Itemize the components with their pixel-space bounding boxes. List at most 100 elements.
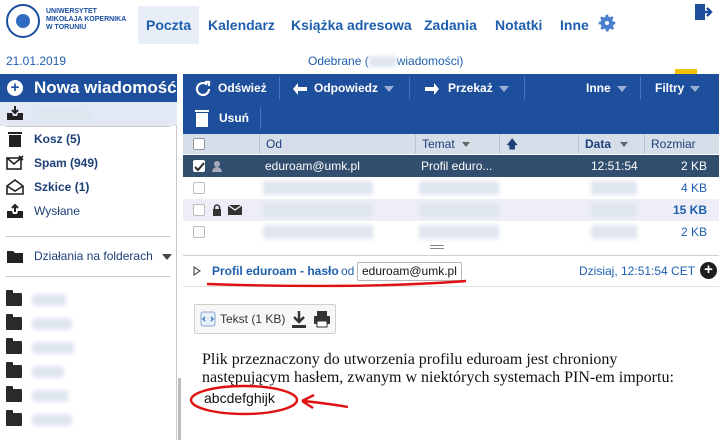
- divider: [260, 107, 261, 129]
- chevron-down-icon: [616, 85, 627, 92]
- logo-text: UNIWERSYTET MIKOŁAJA KOPERNIKA W TORUNIU: [46, 8, 127, 31]
- expand-arrow-icon[interactable]: [193, 266, 201, 276]
- tab-notatki[interactable]: Notatki: [487, 6, 550, 44]
- sidebar-item-trash[interactable]: Kosz (5): [0, 127, 177, 151]
- message-list-header: Od Temat 🡅 Data Rozmiar: [183, 134, 719, 154]
- sidebar-item-inbox[interactable]: [0, 102, 177, 126]
- password-code: abcdefghijk: [204, 390, 275, 406]
- sidebar-item-redacted[interactable]: [6, 362, 176, 382]
- current-date: 21.01.2019: [6, 54, 67, 68]
- print-icon[interactable]: [313, 310, 331, 328]
- sidebar-item-redacted[interactable]: [6, 314, 176, 334]
- sidebar-item-redacted[interactable]: [6, 386, 176, 406]
- delete-button[interactable]: Usuń: [219, 104, 249, 132]
- tab-ksiazka-adresowa[interactable]: Książka adresowa: [283, 6, 420, 44]
- plus-icon: +: [7, 80, 23, 96]
- divider: [640, 77, 641, 99]
- row-size: 4 KB: [680, 181, 707, 195]
- folder-icon: [6, 362, 22, 378]
- chevron-down-icon: [162, 253, 173, 260]
- message-date: Dzisiaj, 12:51:54 CET: [579, 264, 696, 278]
- row-checkbox[interactable]: [193, 204, 205, 216]
- refresh-button[interactable]: Odśwież: [218, 74, 267, 102]
- gear-icon[interactable]: [596, 12, 618, 34]
- lock-icon: [213, 204, 221, 216]
- column-size[interactable]: Rozmiar: [644, 134, 696, 154]
- inbox-icon: [7, 106, 23, 120]
- message-subject: Profil eduroam - hasło: [212, 264, 339, 278]
- row-size: 15 KB: [672, 203, 707, 217]
- download-icon[interactable]: [291, 310, 307, 328]
- tab-zadania[interactable]: Zadania: [416, 6, 485, 44]
- person-icon: [212, 161, 222, 172]
- folder-actions-menu[interactable]: Działania na folderach: [0, 244, 177, 268]
- drafts-icon: [6, 179, 24, 195]
- message-body: Plik przeznaczony do utworzenia profilu …: [202, 351, 674, 386]
- sidebar-item-redacted[interactable]: [6, 338, 176, 358]
- folder-icon: [6, 314, 22, 330]
- mailbox-status: Odebrane (wiadomości): [308, 54, 464, 68]
- sent-icon: [7, 203, 23, 218]
- sender-address[interactable]: eduroam@umk.pl: [357, 262, 462, 281]
- trash-icon: [8, 132, 22, 147]
- divider: [6, 236, 170, 237]
- tab-kalendarz[interactable]: Kalendarz: [200, 6, 283, 44]
- university-seal-icon: [6, 4, 40, 38]
- row-from: eduroam@umk.pl: [265, 159, 360, 173]
- table-row[interactable]: 4 KB: [183, 177, 719, 199]
- row-checkbox[interactable]: [193, 226, 205, 238]
- sidebar-item-redacted[interactable]: [6, 290, 176, 310]
- select-all-checkbox[interactable]: [193, 138, 205, 150]
- sidebar-item-drafts[interactable]: Szkice (1): [0, 175, 177, 199]
- forward-button[interactable]: Przekaż: [448, 74, 509, 102]
- pane-resize-handle[interactable]: [430, 245, 444, 249]
- sidebar-item-spam[interactable]: Spam (949): [0, 151, 177, 175]
- chevron-down-icon: [462, 142, 471, 148]
- chevron-down-icon: [620, 142, 629, 148]
- other-menu-button[interactable]: Inne: [586, 74, 627, 102]
- new-message-button[interactable]: Nowa wiadomość: [0, 74, 177, 102]
- row-checkbox[interactable]: [193, 160, 205, 172]
- sidebar-scrollbar[interactable]: [178, 378, 181, 440]
- table-row[interactable]: eduroam@umk.pl Profil eduro... 12:51:54 …: [183, 155, 719, 177]
- row-size: 2 KB: [680, 225, 707, 239]
- folder-icon: [6, 338, 22, 354]
- divider: [409, 77, 410, 99]
- chevron-down-icon: [690, 85, 701, 92]
- redacted-count: [368, 56, 397, 68]
- folder-icon: [6, 386, 22, 402]
- sidebar-item-sent[interactable]: Wysłane: [0, 199, 177, 223]
- text-file-icon: [200, 311, 216, 327]
- university-logo[interactable]: UNIWERSYTET MIKOŁAJA KOPERNIKA W TORUNIU: [6, 4, 136, 46]
- envelope-icon: [228, 205, 242, 215]
- table-row[interactable]: 2 KB: [183, 221, 719, 243]
- column-date[interactable]: Data: [578, 134, 638, 154]
- redacted-inbox-label: [34, 108, 92, 121]
- column-subject[interactable]: Temat: [415, 134, 475, 154]
- tab-poczta[interactable]: Poczta: [138, 6, 200, 44]
- sidebar-item-redacted[interactable]: [6, 410, 176, 430]
- forward-icon: [425, 83, 439, 95]
- divider: [6, 276, 170, 277]
- logout-icon[interactable]: [693, 2, 713, 22]
- tab-inne[interactable]: Inne: [552, 6, 597, 44]
- folder-icon: [6, 290, 22, 306]
- refresh-icon: [195, 80, 211, 97]
- attachment-link[interactable]: Tekst (1 KB): [220, 312, 285, 326]
- folder-icon: [7, 251, 23, 263]
- notification-marker: [675, 69, 697, 74]
- divider: [524, 77, 525, 99]
- table-row[interactable]: 15 KB: [183, 199, 719, 221]
- reply-icon: [293, 83, 307, 95]
- row-size: 2 KB: [680, 159, 707, 173]
- sort-arrow-icon[interactable]: 🡅: [499, 134, 518, 154]
- column-from[interactable]: Od: [259, 134, 282, 154]
- spam-icon: [6, 155, 24, 170]
- row-subject: Profil eduro...: [421, 159, 493, 173]
- more-options-icon[interactable]: +: [700, 262, 717, 279]
- row-date: 12:51:54: [591, 159, 638, 173]
- divider: [279, 77, 280, 99]
- reply-button[interactable]: Odpowiedz: [314, 74, 394, 102]
- filters-button[interactable]: Filtry: [655, 74, 701, 102]
- row-checkbox[interactable]: [193, 182, 205, 194]
